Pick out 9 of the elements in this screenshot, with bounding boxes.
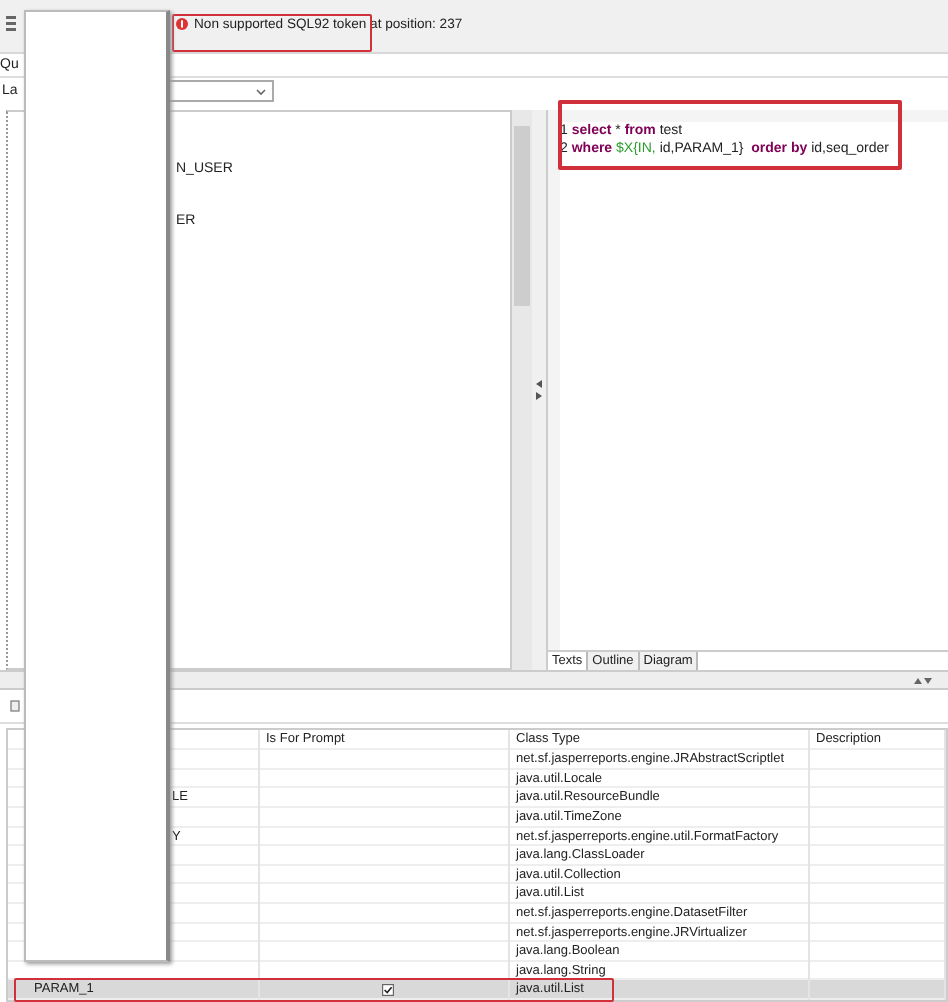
chevron-down-icon <box>255 87 266 96</box>
scrollbar-thumb[interactable] <box>514 125 530 306</box>
collapse-arrows-icon[interactable] <box>535 380 543 401</box>
menu-icon[interactable] <box>6 15 16 36</box>
checkbox[interactable] <box>381 984 393 997</box>
minimize-maximize-icon[interactable] <box>914 676 932 685</box>
document-icon[interactable] <box>10 700 20 713</box>
error-icon <box>176 17 188 30</box>
scrollbar[interactable] <box>512 109 532 671</box>
